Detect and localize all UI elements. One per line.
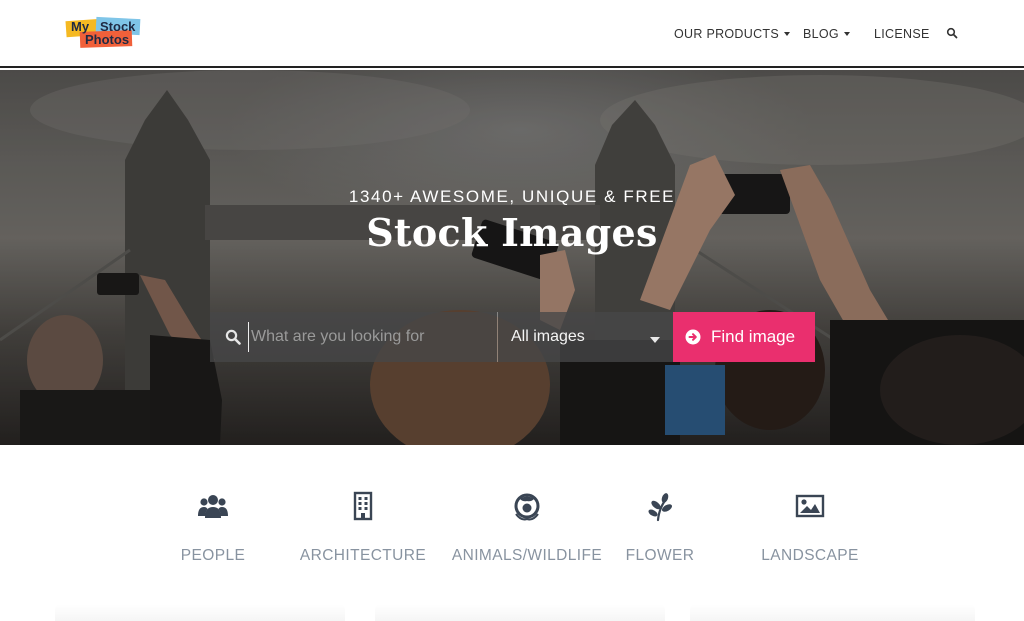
card-preview <box>690 604 975 621</box>
category-flower[interactable]: FLOWER <box>620 490 700 565</box>
find-image-label: Find image <box>711 327 796 346</box>
people-icon <box>198 495 228 518</box>
search-field <box>210 312 497 362</box>
category-landscape[interactable]: LANDSCAPE <box>755 490 865 565</box>
category-flower-label: FLOWER <box>625 547 695 564</box>
hero-tagline: 1340+ AWESOME, UNIQUE & FREE <box>348 187 676 206</box>
hero-overlay <box>0 70 1024 445</box>
search-input[interactable] <box>248 322 488 352</box>
arrow-circle-right-icon <box>685 329 701 345</box>
category-architecture-label: ARCHITECTURE <box>299 547 427 564</box>
nav-blog-label: BLOG <box>803 27 839 41</box>
nav-blog[interactable]: BLOG <box>803 25 850 43</box>
building-icon <box>353 491 373 521</box>
search-form: All images Find image <box>210 312 815 362</box>
image-type-selected: All images <box>511 328 585 345</box>
search-icon[interactable] <box>946 27 958 39</box>
nav-license-label: LICENSE <box>874 27 930 41</box>
category-people-label: PEOPLE <box>180 547 246 564</box>
hero-banner: 1340+ AWESOME, UNIQUE & FREE Stock Image… <box>0 70 1024 445</box>
nav-license[interactable]: LICENSE <box>874 25 930 43</box>
site-logo[interactable]: My Stock Photos <box>65 16 146 48</box>
nav-our-products[interactable]: OUR PRODUCTS <box>674 25 790 43</box>
hero-headline: Stock Images <box>366 210 658 255</box>
dropdown-arrow-icon <box>650 337 660 343</box>
caret-down-icon <box>843 32 850 36</box>
card-preview <box>375 604 665 621</box>
category-landscape-label: LANDSCAPE <box>761 547 859 564</box>
find-image-button[interactable]: Find image <box>673 312 815 362</box>
leaf-icon <box>648 493 672 522</box>
caret-down-icon <box>784 32 790 36</box>
category-animals-wildlife-label: ANIMALS/WILDLIFE <box>451 547 603 564</box>
card-preview <box>55 604 345 621</box>
category-architecture[interactable]: ARCHITECTURE <box>298 490 428 565</box>
search-icon <box>225 329 241 345</box>
animal-icon <box>514 493 540 521</box>
site-header: My Stock Photos OUR PRODUCTS BLOG LICENS… <box>0 0 1024 68</box>
image-type-select[interactable]: All images <box>498 312 673 362</box>
category-animals-wildlife[interactable]: ANIMALS/WILDLIFE <box>447 490 607 565</box>
nav-our-products-label: OUR PRODUCTS <box>674 27 779 41</box>
picture-icon <box>795 494 825 518</box>
category-people[interactable]: PEOPLE <box>163 490 263 565</box>
logo-word-photos: Photos <box>85 32 130 47</box>
